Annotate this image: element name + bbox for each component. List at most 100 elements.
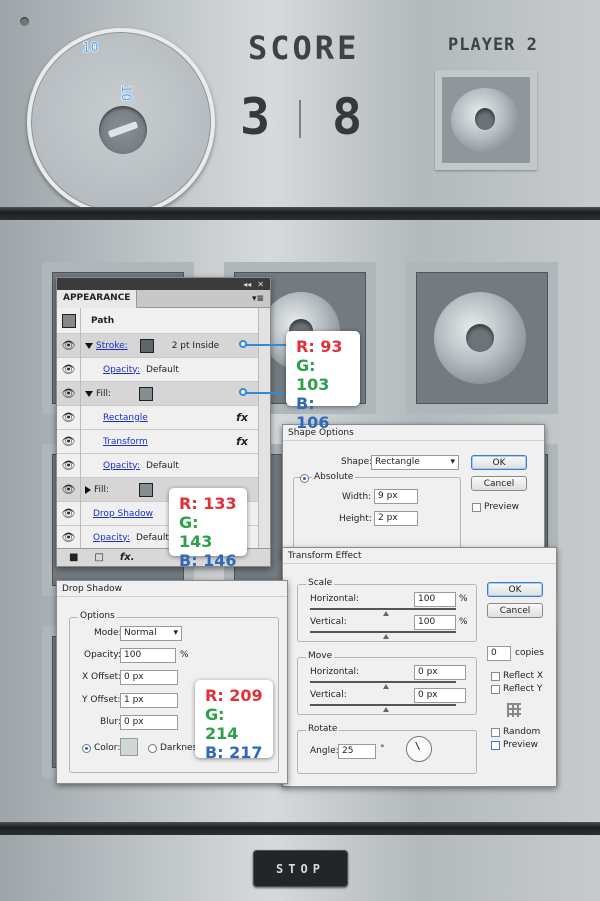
preview-checkbox[interactable] <box>491 741 500 750</box>
opacity-value: Default <box>146 364 179 375</box>
darkness-radio[interactable] <box>148 744 157 753</box>
score-left: 3 <box>240 88 271 146</box>
height-field[interactable]: 2 px <box>374 511 418 526</box>
eye-icon[interactable]: 👁 <box>57 453 81 478</box>
board-cell[interactable] <box>406 262 558 414</box>
eye-icon[interactable]: 👁 <box>57 381 81 406</box>
scale-horizontal-slider[interactable] <box>310 608 456 616</box>
blue-value: B: 217 <box>205 743 263 762</box>
opacity-link[interactable]: Opacity: <box>103 365 140 375</box>
eye-icon[interactable]: 👁 <box>57 333 81 358</box>
angle-field[interactable]: 25 <box>338 744 376 759</box>
blur-field[interactable]: 0 px <box>120 715 178 730</box>
add-effect-icon[interactable]: fx. <box>120 552 135 563</box>
panel-menu-icon[interactable]: ▾≡ <box>252 294 264 304</box>
horizontal-label: Horizontal: <box>310 594 359 604</box>
fill-swatch[interactable] <box>139 482 154 497</box>
stop-button[interactable]: STOP <box>253 850 348 887</box>
mode-label: Mode: <box>94 628 122 638</box>
cancel-button[interactable]: Cancel <box>471 476 527 491</box>
appearance-row-opacity[interactable]: 👁 Opacity: Default <box>57 453 270 478</box>
blur-label: Blur: <box>100 717 121 727</box>
opacity-link[interactable]: Opacity: <box>103 461 140 471</box>
add-fill-icon[interactable]: □ <box>94 552 103 563</box>
mode-select[interactable]: Normal ▾ <box>120 626 182 641</box>
disclosure-down-icon[interactable] <box>85 390 93 397</box>
horizontal-label: Horizontal: <box>310 667 359 677</box>
y-offset-label: Y Offset: <box>82 695 121 705</box>
disclosure-right-icon[interactable] <box>85 485 91 494</box>
score-right: 8 <box>332 88 363 146</box>
random-label: Random <box>503 727 541 737</box>
move-label: Move <box>306 651 335 661</box>
collapse-icon[interactable]: ◂◂ <box>243 280 251 289</box>
dimension-label-horizontal: 10 <box>82 40 99 57</box>
move-vertical-slider[interactable] <box>310 704 456 712</box>
appearance-row-transform[interactable]: 👁 Transform fx <box>57 429 270 454</box>
eye-icon[interactable]: 👁 <box>57 357 81 382</box>
move-horizontal-slider[interactable] <box>310 681 456 689</box>
reference-point-icon[interactable] <box>507 703 521 717</box>
opacity-link[interactable]: Opacity: <box>93 533 130 543</box>
eye-icon[interactable]: 👁 <box>57 429 81 454</box>
appearance-row-stroke[interactable]: 👁 Stroke: 2 pt Inside <box>57 333 270 358</box>
player-title: PLAYER 2 <box>448 35 538 55</box>
eye-icon[interactable]: 👁 <box>57 477 81 502</box>
scale-group: Scale Horizontal: 100 % Vertical: 100 % <box>297 578 477 642</box>
cancel-button[interactable]: Cancel <box>487 603 543 618</box>
opacity-value: Default <box>146 460 179 471</box>
transform-effect-dialog: Transform Effect Scale Horizontal: 100 %… <box>282 547 557 787</box>
close-icon[interactable]: ✕ <box>257 280 264 289</box>
ok-button[interactable]: OK <box>487 582 543 597</box>
eye-icon[interactable]: 👁 <box>57 501 81 526</box>
screw-icon <box>20 17 29 26</box>
width-field[interactable]: 9 px <box>374 489 418 504</box>
degree-label: ° <box>380 744 385 754</box>
opacity-field[interactable]: 100 <box>120 648 176 663</box>
scale-horizontal-field[interactable]: 100 <box>414 592 456 607</box>
shape-select[interactable]: Rectangle ▾ <box>371 455 459 470</box>
move-group: Move Horizontal: 0 px Vertical: 0 px <box>297 651 477 715</box>
y-offset-field[interactable]: 1 px <box>120 693 178 708</box>
tab-appearance[interactable]: APPEARANCE <box>57 289 138 308</box>
reflect-y-label: Reflect Y <box>503 684 543 694</box>
preview-label: Preview <box>503 740 539 750</box>
width-label: Width: <box>342 492 372 502</box>
x-offset-field[interactable]: 0 px <box>120 670 178 685</box>
reflect-x-checkbox[interactable] <box>491 672 500 681</box>
vertical-label: Vertical: <box>310 617 347 627</box>
random-checkbox[interactable] <box>491 728 500 737</box>
color-radio[interactable] <box>82 744 91 753</box>
rectangle-link[interactable]: Rectangle <box>103 413 148 423</box>
absolute-radio[interactable] <box>300 474 309 483</box>
angle-dial[interactable] <box>406 736 432 762</box>
add-stroke-icon[interactable]: ■ <box>69 552 78 563</box>
transform-link[interactable]: Transform <box>103 437 148 447</box>
target-label: Path <box>91 315 115 326</box>
preview-checkbox[interactable] <box>472 503 481 512</box>
percent-label: % <box>459 594 468 604</box>
eye-icon[interactable]: 👁 <box>57 525 81 550</box>
appearance-row-rectangle[interactable]: 👁 Rectangle fx <box>57 405 270 430</box>
scoreboard-header: 10 10 SCORE 3 8 PLAYER 2 <box>0 0 600 216</box>
drop-shadow-link[interactable]: Drop Shadow <box>93 509 153 519</box>
x-offset-label: X Offset: <box>82 672 122 682</box>
stroke-swatch[interactable] <box>139 338 154 353</box>
appearance-row-opacity[interactable]: 👁 Opacity: Default <box>57 357 270 382</box>
stroke-link[interactable]: Stroke: <box>96 341 128 351</box>
scale-vertical-slider[interactable] <box>310 631 456 639</box>
reflect-y-checkbox[interactable] <box>491 685 500 694</box>
copies-field[interactable]: 0 <box>487 646 511 661</box>
move-vertical-field[interactable]: 0 px <box>414 688 466 703</box>
appearance-row-fill[interactable]: 👁 Fill: <box>57 381 270 406</box>
appearance-target-row[interactable]: Path <box>57 307 270 334</box>
disclosure-down-icon[interactable] <box>85 342 93 349</box>
shadow-color-swatch[interactable] <box>120 738 138 756</box>
move-horizontal-field[interactable]: 0 px <box>414 665 466 680</box>
eye-icon[interactable]: 👁 <box>57 405 81 430</box>
scale-vertical-field[interactable]: 100 <box>414 615 456 630</box>
ok-button[interactable]: OK <box>471 455 527 470</box>
opacity-value: Default <box>136 532 169 543</box>
fill-swatch[interactable] <box>139 386 154 401</box>
angle-label: Angle: <box>310 746 339 756</box>
